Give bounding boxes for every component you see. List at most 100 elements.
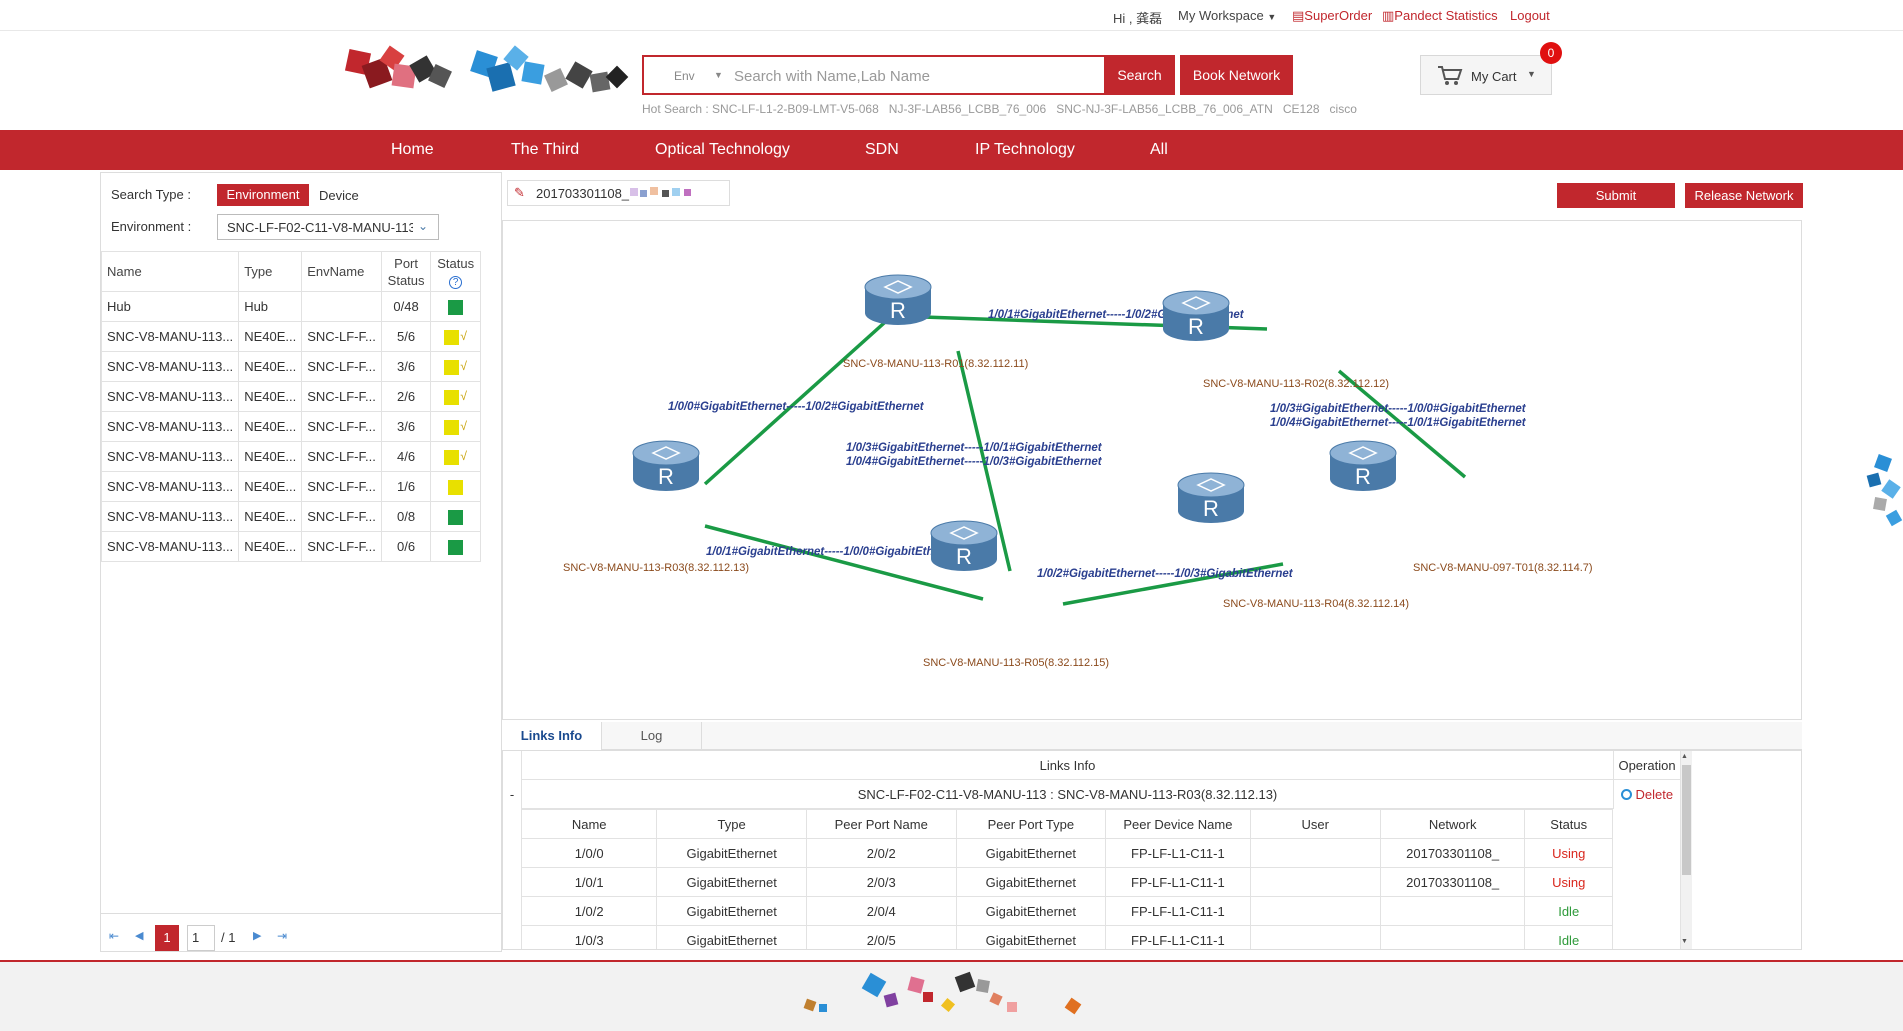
floating-widget[interactable] [1866, 452, 1903, 542]
link-group-title: SNC-LF-F02-C11-V8-MANU-113 : SNC-V8-MANU… [521, 780, 1613, 809]
network-name-field[interactable]: ✎ 201703301108_ [507, 180, 730, 206]
device-row[interactable]: SNC-V8-MANU-113... NE40E... SNC-LF-F... 2/6… [100, 381, 481, 412]
check-mark: √ [460, 449, 467, 464]
status-square [444, 389, 460, 405]
user-greeting: Hi , 龚磊 [1113, 11, 1163, 26]
help-icon[interactable]: ? [449, 275, 463, 289]
router-icon[interactable]: R [1177, 472, 1245, 523]
delete-button[interactable]: Delete [1613, 780, 1680, 809]
first-page-icon[interactable]: ⇤ [109, 929, 119, 943]
nav-sdn[interactable]: SDN [865, 141, 899, 159]
device-status [430, 531, 481, 562]
device-name: SNC-V8-MANU-113... [100, 501, 240, 532]
prev-page-icon[interactable]: ◀ [135, 929, 143, 942]
next-page-icon[interactable]: ▶ [253, 929, 261, 942]
device-row[interactable]: SNC-V8-MANU-113... NE40E... SNC-LF-F... 5/6… [100, 321, 481, 352]
env-selector[interactable]: Env [674, 69, 695, 83]
router-icon[interactable]: R [1329, 440, 1397, 491]
router-glyph: R [658, 464, 674, 489]
device-row[interactable]: SNC-V8-MANU-113... NE40E... SNC-LF-F... 0/8 [100, 501, 481, 532]
logout-link[interactable]: Logout [1510, 8, 1550, 23]
link-row[interactable]: 1/0/2 GigabitEthernet 2/0/4 GigabitEthernet… [520, 896, 1613, 926]
release-network-button[interactable]: Release Network [1685, 183, 1803, 208]
device-row[interactable]: SNC-V8-MANU-113... NE40E... SNC-LF-F... 1/6 [100, 471, 481, 502]
device-type: Hub [238, 291, 303, 322]
hot-search-item[interactable]: SNC-LF-L1-2-B09-LMT-V5-068 [712, 102, 879, 116]
environment-select[interactable]: SNC-LF-F02-C11-V8-MANU-113 ⌄ [217, 214, 439, 240]
device-name: SNC-V8-MANU-113... [100, 411, 240, 442]
router-icon[interactable]: R [632, 440, 700, 491]
tab-links-info[interactable]: Links Info [502, 722, 602, 750]
router-icon[interactable]: R [1162, 290, 1230, 341]
search-button[interactable]: Search [1104, 55, 1175, 95]
page-input[interactable]: 1 [187, 925, 215, 951]
device-row[interactable]: SNC-V8-MANU-113... NE40E... SNC-LF-F... 0/6 [100, 531, 481, 562]
device-label: SNC-V8-MANU-113-R04(8.32.112.14) [1223, 598, 1409, 610]
current-page[interactable]: 1 [155, 925, 179, 951]
links-col-header: Peer Port Type [955, 809, 1107, 839]
router-icon[interactable]: R [930, 520, 998, 571]
super-order-link[interactable]: ▤SuperOrder [1292, 8, 1372, 24]
link-row[interactable]: 1/0/0 GigabitEthernet 2/0/2 GigabitEthernet… [520, 838, 1613, 868]
device-name: SNC-V8-MANU-113... [100, 381, 240, 412]
search-type-environment[interactable]: Environment [217, 184, 309, 206]
search-type-device[interactable]: Device [319, 188, 359, 203]
check-mark: √ [460, 359, 467, 374]
link-peer-port: 2/0/5 [805, 925, 957, 949]
scrollbar[interactable]: ▲ ▼ [1680, 751, 1692, 949]
device-label: SNC-V8-MANU-113-R05(8.32.112.15) [923, 657, 1109, 669]
last-page-icon[interactable]: ⇥ [277, 929, 287, 943]
bottom-tabs: Links Info Log [502, 722, 1802, 750]
topology-canvas[interactable]: 1/0/1#GigabitEthernet-----1/0/2#GigabitE… [502, 220, 1802, 720]
link-row[interactable]: 1/0/3 GigabitEthernet 2/0/5 GigabitEthernet… [520, 925, 1613, 949]
nav-home[interactable]: Home [391, 141, 434, 159]
router-icon[interactable]: R [864, 274, 932, 325]
scroll-thumb[interactable] [1682, 765, 1691, 875]
tab-log[interactable]: Log [602, 722, 702, 750]
submit-button[interactable]: Submit [1557, 183, 1675, 208]
device-type: NE40E... [238, 411, 303, 442]
hot-search-item[interactable]: CE128 [1283, 102, 1320, 116]
status-square [444, 419, 460, 435]
footer-logo [803, 971, 1085, 1022]
nav-ip-technology[interactable]: IP Technology [975, 141, 1075, 159]
device-port-status: 5/6 [380, 321, 432, 352]
page-total: / 1 [221, 930, 236, 945]
book-network-button[interactable]: Book Network [1180, 55, 1293, 95]
workspace-menu[interactable]: My Workspace ▼ [1178, 8, 1276, 23]
pager: ⇤ ◀ 1 1 / 1 ▶ ⇥ [107, 925, 307, 951]
pandect-statistics-link[interactable]: ▥Pandect Statistics [1382, 8, 1498, 24]
device-status: √ [430, 351, 481, 382]
bar-chart-icon: ▥ [1382, 8, 1395, 23]
link-type: GigabitEthernet [656, 867, 807, 897]
device-row[interactable]: Hub Hub 0/48 [100, 291, 481, 322]
device-env: SNC-LF-F... [301, 531, 382, 562]
nav-the-third[interactable]: The Third [511, 141, 579, 159]
search-bar: Env ▼ [642, 55, 1175, 95]
device-name: Hub [100, 291, 240, 322]
nav-all[interactable]: All [1150, 141, 1168, 159]
device-row[interactable]: SNC-V8-MANU-113... NE40E... SNC-LF-F... 4/6… [100, 441, 481, 472]
link-peer-port: 2/0/2 [805, 838, 957, 868]
links-col-header: Peer Port Name [805, 809, 957, 839]
search-input[interactable] [734, 65, 1114, 87]
scroll-up-icon[interactable]: ▲ [1681, 753, 1688, 760]
device-row[interactable]: SNC-V8-MANU-113... NE40E... SNC-LF-F... 3/6… [100, 411, 481, 442]
delete-label: Delete [1635, 787, 1674, 802]
hot-search-item[interactable]: cisco [1330, 102, 1357, 116]
hot-search-item[interactable]: NJ-3F-LAB56_LCBB_76_006 [889, 102, 1046, 116]
scroll-down-icon[interactable]: ▼ [1681, 938, 1688, 945]
link-peer-port: 2/0/4 [805, 896, 957, 926]
router-glyph: R [1355, 464, 1371, 489]
device-type: NE40E... [238, 471, 303, 502]
device-env [301, 291, 382, 322]
device-port-status: 0/48 [380, 291, 432, 322]
nav-optical-technology[interactable]: Optical Technology [655, 141, 790, 159]
cart-button[interactable]: My Cart ▼ [1420, 55, 1552, 95]
status-square [444, 329, 460, 345]
collapse-toggle[interactable]: - [503, 780, 521, 809]
device-row[interactable]: SNC-V8-MANU-113... NE40E... SNC-LF-F... 3/6… [100, 351, 481, 382]
status-square [447, 509, 463, 525]
hot-search-item[interactable]: SNC-NJ-3F-LAB56_LCBB_76_006_ATN [1056, 102, 1273, 116]
link-row[interactable]: 1/0/1 GigabitEthernet 2/0/3 GigabitEthernet… [520, 867, 1613, 897]
